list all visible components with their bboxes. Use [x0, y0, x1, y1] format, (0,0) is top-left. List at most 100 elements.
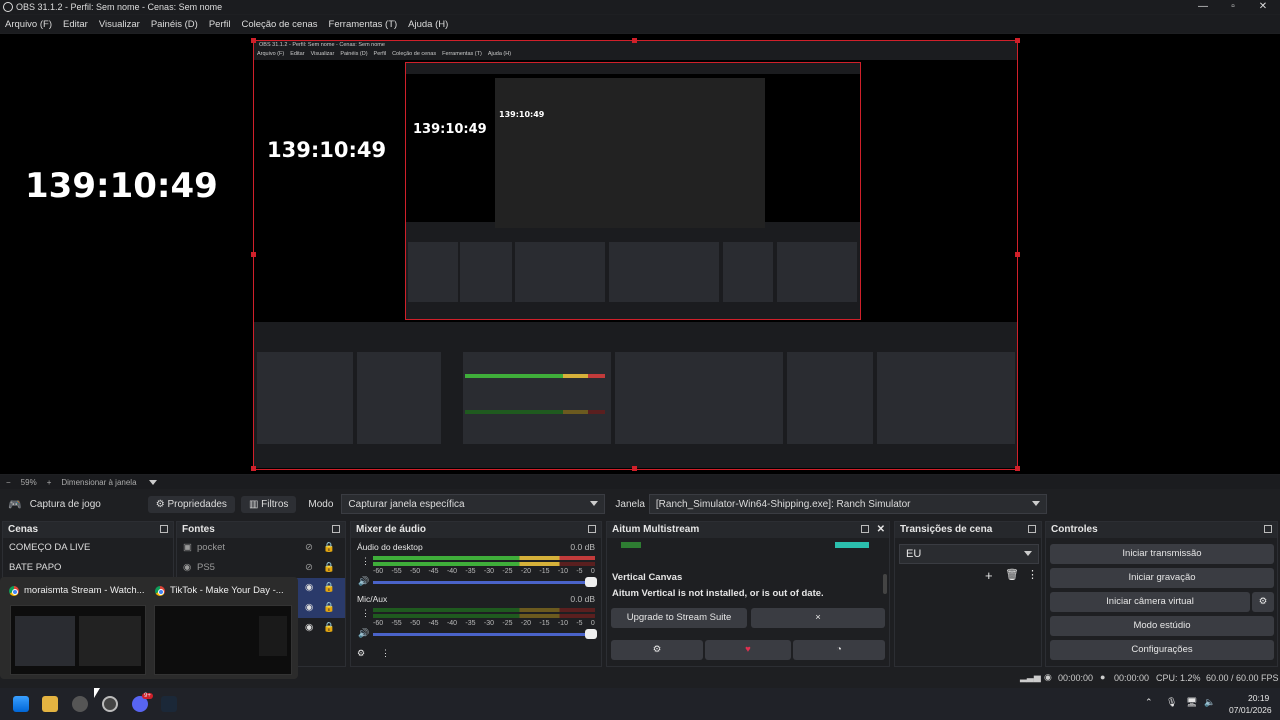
volume-icon[interactable]: 🔈: [1204, 697, 1215, 708]
filters-button[interactable]: ▥ Filtros: [240, 495, 297, 513]
trash-icon[interactable]: 🗑: [1005, 568, 1019, 581]
dock-float-icon[interactable]: [1264, 525, 1272, 533]
menu-visualizar[interactable]: Visualizar: [99, 19, 140, 30]
dock-float-icon[interactable]: [861, 525, 869, 533]
window-preview-card[interactable]: TikTok - Make Your Day -...: [150, 581, 294, 675]
dock-float-icon[interactable]: [1028, 525, 1036, 533]
clock-date[interactable]: 07/01/2026: [1229, 705, 1272, 715]
controls-header: Controles: [1046, 522, 1277, 538]
speaker-icon[interactable]: 🔊: [358, 628, 369, 639]
clock-time[interactable]: 20:19: [1248, 693, 1269, 703]
windows-start-icon[interactable]: [13, 696, 29, 712]
dock-float-icon[interactable]: [332, 525, 340, 533]
channel-menu-icon[interactable]: ⋮: [361, 556, 370, 567]
network-icon[interactable]: 🖥: [1186, 697, 1197, 708]
lock-icon[interactable]: 🔒: [323, 538, 335, 558]
menu-editar[interactable]: Editar: [63, 19, 88, 30]
lock-icon[interactable]: 🔒: [323, 558, 335, 578]
channel-name: Áudio do desktop: [357, 542, 423, 552]
eye-hidden-icon[interactable]: ⊘: [305, 538, 313, 558]
menu-arquivo[interactable]: Arquivo (F): [5, 19, 52, 30]
resize-dropdown-icon[interactable]: [148, 479, 157, 485]
menu-paineis[interactable]: Painéis (D): [151, 19, 198, 30]
resize-to-window[interactable]: Dimensionar à janela: [61, 478, 136, 487]
volume-slider-handle[interactable]: [585, 577, 597, 587]
lock-icon[interactable]: 🔒: [323, 618, 335, 638]
chrome-icon[interactable]: [72, 696, 88, 712]
zoom-out-button[interactable]: −: [6, 478, 11, 487]
eye-hidden-icon[interactable]: ⊘: [305, 558, 313, 578]
fps-readout: 60.00 / 60.00 FPS: [1206, 673, 1279, 683]
dock-float-icon[interactable]: [160, 525, 168, 533]
stream-time: 00:00:00: [1058, 673, 1094, 683]
source-item[interactable]: ▣ pocket ⊘ 🔒: [177, 538, 345, 558]
start-streaming-button[interactable]: Iniciar transmissão: [1050, 544, 1274, 564]
obs-icon[interactable]: [102, 696, 118, 712]
minimize-button[interactable]: —: [1186, 0, 1220, 14]
eye-icon[interactable]: ◉: [305, 598, 313, 618]
channel-menu-icon[interactable]: ⋮: [361, 608, 370, 619]
taskbar-preview-popup: moraismta Stream - Watch... TikTok - Mak…: [0, 577, 298, 679]
donate-button[interactable]: ♥: [705, 640, 791, 660]
menu-colecao-de-cenas[interactable]: Coleção de cenas: [241, 19, 317, 30]
more-icon[interactable]: ⋮: [1027, 568, 1038, 581]
add-icon[interactable]: +: [985, 568, 993, 583]
studio-mode-button[interactable]: Modo estúdio: [1050, 616, 1274, 636]
file-explorer-icon[interactable]: [42, 696, 58, 712]
volume-slider-handle[interactable]: [585, 629, 597, 639]
preview-canvas[interactable]: 139:10:49 OBS 31.1.2 - Perfil: Sem nome …: [0, 34, 1280, 474]
zoom-level: 59%: [20, 477, 37, 487]
mode-select[interactable]: Capturar janela específica: [341, 494, 606, 514]
window-preview-title: moraismta Stream - Watch...: [24, 585, 145, 596]
eye-icon[interactable]: ◉: [305, 618, 313, 638]
window-select[interactable]: [Ranch_Simulator-Win64-Shipping.exe]: Ra…: [648, 494, 1047, 514]
filters-label: Filtros: [261, 498, 289, 510]
lock-icon[interactable]: 🔒: [323, 598, 335, 618]
start-recording-button[interactable]: Iniciar gravação: [1050, 568, 1274, 588]
virtual-camera-settings-button[interactable]: ⚙: [1252, 592, 1274, 612]
dock-close-icon[interactable]: ✕: [877, 522, 885, 538]
chevron-down-icon: [1024, 551, 1032, 556]
menu-ferramentas[interactable]: Ferramentas (T): [329, 19, 398, 30]
window-preview-card[interactable]: moraismta Stream - Watch...: [4, 581, 146, 675]
transition-select[interactable]: EU: [899, 544, 1039, 564]
taskbar: 9+ ⌃ 🎙 🖥 🔈 20:19 07/01/2026: [0, 688, 1280, 720]
camera-source-icon: ◉: [183, 562, 192, 573]
mixer-menu-icon[interactable]: ⋮: [381, 648, 390, 659]
lock-icon[interactable]: 🔒: [323, 578, 335, 598]
steam-icon[interactable]: [161, 696, 177, 712]
menu-perfil[interactable]: Perfil: [209, 19, 231, 30]
maximize-button[interactable]: ▫: [1216, 0, 1250, 14]
advanced-audio-icon[interactable]: ⚙: [357, 648, 365, 659]
chevron-down-icon: [1031, 501, 1040, 506]
menu-ajuda[interactable]: Ajuda (H): [408, 19, 448, 30]
chrome-icon: [9, 586, 19, 596]
volume-slider[interactable]: [373, 633, 595, 636]
scrollbar[interactable]: [883, 574, 887, 594]
scale-tick: -20: [520, 568, 531, 575]
cpu-usage: CPU: 1.2%: [1156, 673, 1201, 683]
eye-icon[interactable]: ◉: [305, 578, 313, 598]
mic-icon[interactable]: 🎙: [1166, 697, 1177, 708]
speaker-icon[interactable]: 🔊: [358, 576, 369, 587]
tray-chevron-icon[interactable]: ⌃: [1145, 697, 1153, 708]
properties-button[interactable]: ⚙ Propriedades: [147, 495, 235, 513]
dismiss-button[interactable]: ×: [751, 608, 885, 628]
source-item[interactable]: ◉ PS5 ⊘ 🔒: [177, 558, 345, 578]
zoom-in-button[interactable]: +: [47, 478, 52, 487]
multistream-title: Aitum Multistream: [612, 524, 700, 535]
source-selection-frame[interactable]: [253, 40, 1018, 470]
close-button[interactable]: ✕: [1246, 0, 1280, 14]
scene-item[interactable]: COMEÇO DA LIVE: [3, 538, 173, 558]
scale-tick: -10: [557, 568, 568, 575]
dock-float-icon[interactable]: [588, 525, 596, 533]
scene-item[interactable]: BATE PAPO: [3, 558, 173, 578]
settings-button[interactable]: Configurações: [1050, 640, 1274, 660]
volume-slider[interactable]: [373, 581, 595, 584]
start-virtual-camera-button[interactable]: Iniciar câmera virtual: [1050, 592, 1250, 612]
window-value: [Ranch_Simulator-Win64-Shipping.exe]: Ra…: [655, 498, 911, 510]
multistream-settings-button[interactable]: ⚙: [611, 640, 703, 660]
discord-button[interactable]: ◔: [793, 640, 885, 660]
scene-label: COMEÇO DA LIVE: [9, 542, 91, 553]
upgrade-stream-suite-button[interactable]: Upgrade to Stream Suite: [611, 608, 747, 628]
